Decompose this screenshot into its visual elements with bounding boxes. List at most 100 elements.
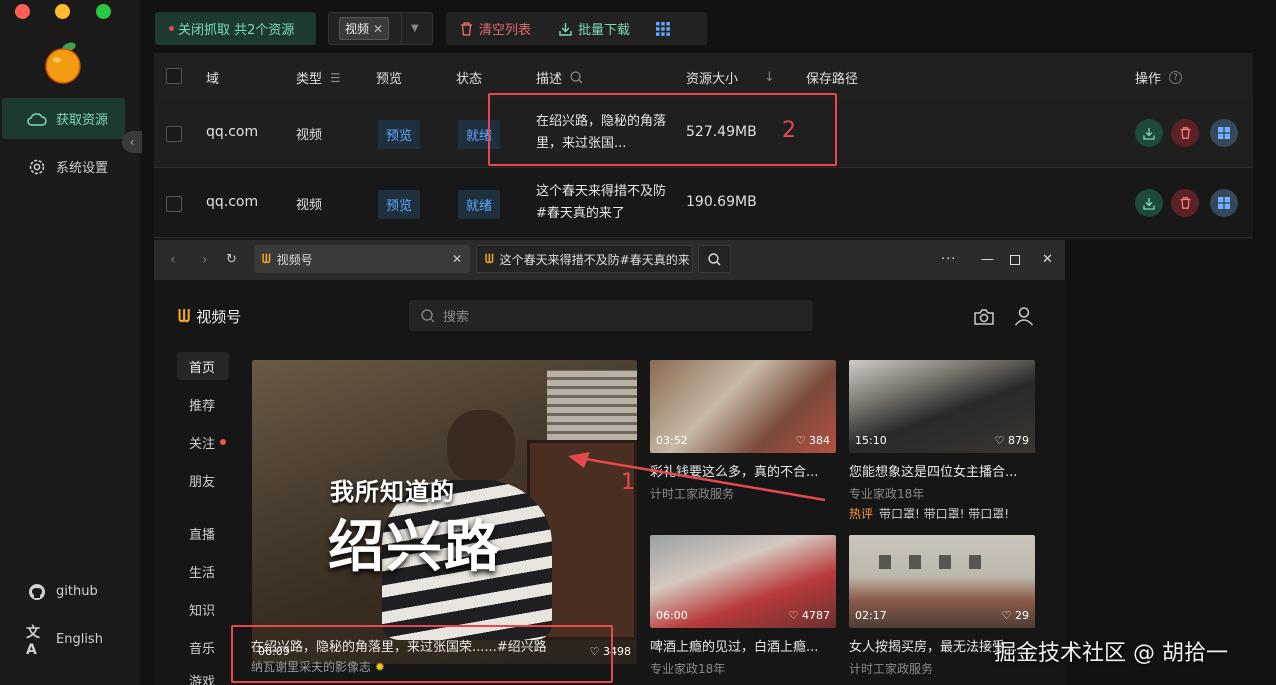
header-desc[interactable]: 描述 [536, 68, 583, 87]
filter-tag-label: 视频 [345, 22, 370, 36]
video-card-author[interactable]: 专业家政18年 [650, 660, 725, 677]
sidebar-item-language[interactable]: 文A English [2, 619, 125, 660]
channels-nav-friends[interactable]: 朋友 [177, 466, 229, 494]
tab-search-button[interactable] [698, 245, 731, 273]
sidebar-item-settings[interactable]: 系统设置 [2, 146, 125, 187]
delete-button[interactable] [1171, 119, 1199, 147]
header-size-label: 资源大小 [686, 72, 739, 87]
channels-nav-following[interactable]: 关注 [177, 428, 229, 456]
thumb-decor [909, 555, 921, 569]
filter-icon[interactable]: ☰ [330, 71, 341, 85]
annotation-arrow-icon [568, 452, 826, 502]
camera-icon[interactable] [973, 308, 995, 326]
capture-label: 关闭抓取 共2个资源 [178, 23, 295, 38]
row-checkbox[interactable] [166, 126, 182, 142]
preview-button[interactable]: 预览 [378, 120, 421, 149]
clear-list-button[interactable]: 清空列表 [446, 12, 545, 45]
video-card-thumbnail[interactable]: 02:17 ♡ 29 [849, 535, 1035, 628]
header-path: 保存路径 [806, 72, 859, 87]
close-icon[interactable]: ✕ [1042, 252, 1053, 267]
header-ops-label: 操作 [1135, 72, 1162, 87]
hot-comment-label: 热评 [849, 507, 874, 521]
grid-view-button[interactable] [644, 12, 682, 45]
download-button[interactable] [1135, 189, 1163, 217]
status-badge: 就绪 [458, 190, 501, 219]
header-desc-label: 描述 [536, 72, 563, 87]
grid-icon [656, 21, 670, 36]
channels-search-input[interactable]: 搜索 [409, 300, 813, 331]
cell-type: 视频 [296, 198, 323, 213]
search-icon[interactable] [570, 71, 583, 84]
delete-button[interactable] [1171, 189, 1199, 217]
channels-nav-live[interactable]: 直播 [177, 519, 229, 547]
header-type[interactable]: 类型 ☰ [296, 68, 341, 88]
windows-icon [1218, 197, 1230, 209]
sidebar-item-fetch[interactable]: 获取资源 [2, 98, 125, 139]
channels-nav-games[interactable]: 游戏 [177, 671, 229, 685]
thumb-decor [939, 555, 951, 569]
capture-toggle-button[interactable]: 关闭抓取 共2个资源 [155, 12, 316, 45]
sidebar-item-github[interactable]: github [2, 571, 125, 612]
sidebar-collapse-button[interactable]: ‹ [122, 131, 142, 153]
back-arrow-icon[interactable]: ‹ [170, 252, 176, 268]
channels-nav-life[interactable]: 生活 [177, 557, 229, 585]
window-close-button[interactable] [15, 4, 30, 19]
open-window-button[interactable] [1210, 119, 1238, 147]
video-card-thumbnail[interactable]: 15:10 ♡ 879 [849, 360, 1035, 453]
featured-video-thumbnail[interactable]: 我所知道的 绍兴路 06:09 ♡ 3498 [252, 360, 637, 664]
tag-close-icon[interactable]: ✕ [373, 22, 383, 36]
batch-download-button[interactable]: 批量下载 [545, 12, 644, 45]
thumb-decor [969, 555, 981, 569]
video-card-thumbnail[interactable]: 03:52 ♡ 384 [650, 360, 836, 453]
video-card-author[interactable]: 专业家政18年 [849, 485, 924, 502]
browser-tab-2[interactable]: ᗯ 这个春天来得措不及防#春天真的来 [476, 245, 693, 273]
row-checkbox[interactable] [166, 196, 182, 212]
chevron-down-icon[interactable]: ▼ [411, 23, 419, 34]
forward-arrow-icon[interactable]: › [202, 252, 208, 268]
browser-tab-1[interactable]: ᗯ 视频号 ✕ [254, 245, 470, 273]
open-window-button[interactable] [1210, 189, 1238, 217]
help-icon[interactable]: ? [1169, 71, 1183, 84]
tab-close-icon[interactable]: ✕ [452, 252, 462, 266]
video-card-title[interactable]: 您能想象这是四位女主播合... [849, 461, 1035, 480]
type-filter-select[interactable]: 视频 ✕ ▼ [328, 12, 433, 45]
video-likes: ♡ 4787 [788, 609, 830, 622]
trash-icon [1180, 127, 1190, 139]
sort-arrow-icon[interactable]: ↓ [764, 70, 775, 85]
sidebar-item-label: github [56, 584, 98, 599]
user-icon[interactable] [1014, 306, 1034, 326]
channels-brand[interactable]: ᗯ 视频号 [178, 306, 241, 327]
trash-icon [461, 21, 472, 36]
cloud-icon [26, 110, 48, 128]
channels-nav-home[interactable]: 首页 [177, 352, 229, 380]
channels-nav-recommend[interactable]: 推荐 [177, 390, 229, 418]
window-minimize-button[interactable] [55, 4, 70, 19]
minimize-icon[interactable]: — [981, 252, 994, 267]
header-preview: 预览 [376, 72, 403, 87]
video-card-author[interactable]: 计时工家政服务 [849, 660, 933, 677]
more-options-icon[interactable]: ··· [941, 252, 956, 267]
video-card-thumbnail[interactable]: 06:00 ♡ 4787 [650, 535, 836, 628]
channels-logo-icon: ᗯ [262, 251, 271, 266]
download-button[interactable] [1135, 119, 1163, 147]
app-sidebar: 获取资源 系统设置 github 文A English ‹ [0, 0, 142, 685]
header-size[interactable]: 资源大小 ↓ [686, 68, 775, 87]
video-duration: 15:10 [855, 434, 887, 447]
orange-logo-icon [45, 42, 81, 84]
filter-tag: 视频 ✕ [339, 17, 390, 40]
reload-icon[interactable]: ↻ [226, 252, 237, 267]
likes-count: 4787 [802, 609, 830, 622]
preview-button[interactable]: 预览 [378, 190, 421, 219]
trash-icon [1180, 197, 1190, 209]
header-ops: 操作 ? [1135, 68, 1183, 87]
select-all-checkbox[interactable] [166, 68, 182, 84]
channels-nav-music[interactable]: 音乐 [177, 633, 229, 661]
header-type-label: 类型 [296, 72, 323, 87]
annotation-label-2: 2 [782, 118, 796, 143]
channels-nav-knowledge[interactable]: 知识 [177, 595, 229, 623]
divider [401, 13, 402, 44]
window-maximize-button[interactable] [96, 4, 111, 19]
maximize-icon[interactable] [1010, 255, 1020, 265]
sidebar-item-label: 获取资源 [56, 113, 109, 128]
video-card-title[interactable]: 啤酒上瘾的见过，白酒上瘾... [650, 636, 836, 655]
